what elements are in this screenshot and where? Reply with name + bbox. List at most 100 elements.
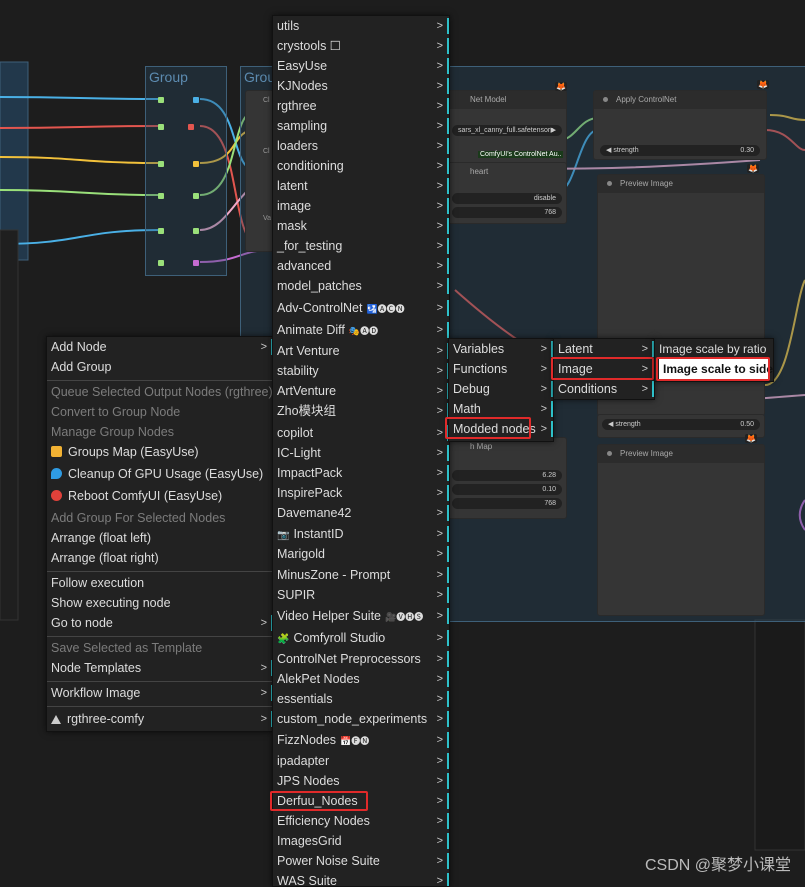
category-item[interactable]: model_patches > bbox=[273, 276, 449, 296]
category-item[interactable]: InspirePack > bbox=[273, 483, 449, 503]
menu-item-show-executing[interactable]: Show executing node bbox=[47, 593, 273, 613]
category-item[interactable]: Marigold > bbox=[273, 544, 449, 564]
depth-param-2[interactable]: 0.10 bbox=[452, 484, 562, 495]
menu-item-follow-execution[interactable]: Follow execution bbox=[47, 573, 273, 593]
menu-item-image-scale-by-ratio[interactable]: Image scale by ratio bbox=[655, 339, 773, 359]
category-item[interactable]: JPS Nodes > bbox=[273, 771, 449, 791]
node-pin[interactable] bbox=[158, 97, 164, 103]
preprocessor-combo-2[interactable]: 768 bbox=[452, 207, 562, 218]
node-header[interactable]: heart bbox=[448, 163, 566, 181]
category-item[interactable]: Davemane42 > bbox=[273, 503, 449, 523]
menu-item-add-group[interactable]: Add Group bbox=[47, 357, 273, 377]
category-item[interactable]: ArtVenture > bbox=[273, 381, 449, 401]
category-item[interactable]: sampling > bbox=[273, 116, 449, 136]
preprocessor-combo-1[interactable]: disable bbox=[452, 193, 562, 204]
category-item[interactable]: advanced > bbox=[273, 256, 449, 276]
category-item[interactable]: Animate Diff 🎭🅐🅓 > bbox=[273, 320, 449, 340]
menu-item-rgthree[interactable]: rgthree-comfy > bbox=[47, 709, 273, 729]
depth-param-3[interactable]: 768 bbox=[452, 498, 562, 509]
menu-label: Add Group For Selected Nodes bbox=[51, 511, 226, 525]
apply-controlnet-node-2[interactable]: ◀ strength 0.50 bbox=[597, 414, 765, 438]
menu-item-workflow-image[interactable]: Workflow Image > bbox=[47, 683, 273, 703]
node-pin[interactable] bbox=[158, 161, 164, 167]
menu-label: advanced bbox=[277, 259, 332, 273]
category-item[interactable]: AlekPet Nodes > bbox=[273, 669, 449, 689]
node-pin[interactable] bbox=[158, 193, 164, 199]
preprocessor-node[interactable]: heart disable 768 bbox=[447, 162, 567, 224]
node-pin[interactable] bbox=[193, 193, 199, 199]
node-pin[interactable] bbox=[158, 124, 164, 130]
group-title[interactable]: Group bbox=[149, 69, 188, 85]
category-item[interactable]: stability > bbox=[273, 361, 449, 381]
category-item[interactable]: Art Venture > bbox=[273, 341, 449, 361]
category-item[interactable]: utils > bbox=[273, 16, 449, 36]
depth-map-node[interactable]: h Map 6.28 0.10 768 bbox=[447, 437, 567, 519]
category-item[interactable]: conditioning > bbox=[273, 156, 449, 176]
node-pin[interactable] bbox=[158, 228, 164, 234]
category-item[interactable]: mask > bbox=[273, 216, 449, 236]
menu-item-arrange-left[interactable]: Arrange (float left) bbox=[47, 528, 273, 548]
menu-item-functions[interactable]: Functions > bbox=[449, 359, 553, 379]
menu-item-go-to-node[interactable]: Go to node > bbox=[47, 613, 273, 633]
menu-item-add-node[interactable]: Add Node > bbox=[47, 337, 273, 357]
menu-item-math[interactable]: Math > bbox=[449, 399, 553, 419]
node-pin[interactable] bbox=[193, 97, 199, 103]
category-item[interactable]: EasyUse > bbox=[273, 56, 449, 76]
category-item[interactable]: Adv-ControlNet 🛂🅐🅒🅝 > bbox=[273, 298, 449, 318]
menu-item-arrange-right[interactable]: Arrange (float right) bbox=[47, 548, 273, 568]
category-item[interactable]: essentials > bbox=[273, 689, 449, 709]
node-pin[interactable] bbox=[193, 228, 199, 234]
controlnet-loader-node[interactable]: Net Model sars_xl_canny_full.safetensors… bbox=[447, 90, 567, 168]
category-item[interactable]: image > bbox=[273, 196, 449, 216]
category-item[interactable]: FizzNodes 📅🅕🅝 > bbox=[273, 730, 449, 750]
menu-item-debug[interactable]: Debug > bbox=[449, 379, 553, 399]
node-pin[interactable] bbox=[188, 124, 194, 130]
node-pin[interactable] bbox=[193, 161, 199, 167]
model-combo[interactable]: sars_xl_canny_full.safetensors ▶ bbox=[452, 125, 562, 136]
category-item[interactable]: KJNodes > bbox=[273, 76, 449, 96]
preview-image-node-2[interactable]: Preview Image bbox=[597, 444, 765, 616]
node-header[interactable]: Preview Image bbox=[598, 175, 764, 193]
collapse-dot-icon[interactable] bbox=[607, 451, 612, 456]
category-item[interactable]: Power Noise Suite > bbox=[273, 851, 449, 871]
node-pin[interactable] bbox=[193, 260, 199, 266]
category-item[interactable]: custom_node_experiments > bbox=[273, 709, 449, 729]
menu-item-reboot[interactable]: Reboot ComfyUI (EasyUse) bbox=[47, 486, 273, 506]
category-item[interactable]: SUPIR > bbox=[273, 585, 449, 605]
node-header[interactable]: Apply ControlNet bbox=[594, 91, 766, 109]
group-title[interactable]: Grou bbox=[244, 69, 275, 85]
menu-item-latent[interactable]: Latent > bbox=[554, 339, 654, 359]
category-item[interactable]: Efficiency Nodes > bbox=[273, 811, 449, 831]
category-item[interactable]: rgthree > bbox=[273, 96, 449, 116]
category-item[interactable]: IC-Light > bbox=[273, 443, 449, 463]
menu-label: Marigold bbox=[277, 547, 325, 561]
category-item[interactable]: crystools ☐ > bbox=[273, 36, 449, 56]
menu-item-cleanup-gpu[interactable]: Cleanup Of GPU Usage (EasyUse) bbox=[47, 464, 273, 484]
category-item[interactable]: ipadapter > bbox=[273, 751, 449, 771]
menu-item-groups-map[interactable]: Groups Map (EasyUse) bbox=[47, 442, 273, 462]
depth-param-1[interactable]: 6.28 bbox=[452, 470, 562, 481]
category-item[interactable]: ImagesGrid > bbox=[273, 831, 449, 851]
category-item[interactable]: copilot > bbox=[273, 423, 449, 443]
menu-item-conditions[interactable]: Conditions > bbox=[554, 379, 654, 399]
collapse-dot-icon[interactable] bbox=[603, 97, 608, 102]
category-item[interactable]: 📷 InstantID > bbox=[273, 524, 449, 544]
category-item[interactable]: latent > bbox=[273, 176, 449, 196]
menu-item-variables[interactable]: Variables > bbox=[449, 339, 553, 359]
strength-slider[interactable]: ◀ strength 0.50 bbox=[602, 419, 760, 430]
node-header[interactable]: Preview Image bbox=[598, 445, 764, 463]
category-item[interactable]: ImpactPack > bbox=[273, 463, 449, 483]
collapse-dot-icon[interactable] bbox=[607, 181, 612, 186]
category-item[interactable]: 🧩 Comfyroll Studio > bbox=[273, 628, 449, 648]
node-pin[interactable] bbox=[158, 260, 164, 266]
category-item[interactable]: ControlNet Preprocessors > bbox=[273, 649, 449, 669]
strength-slider[interactable]: ◀ strength 0.30 bbox=[600, 145, 760, 156]
node-header[interactable]: Net Model bbox=[448, 91, 566, 109]
category-item[interactable]: MinusZone - Prompt > bbox=[273, 565, 449, 585]
category-item[interactable]: Video Helper Suite 🎥🅥🅗🅢 > bbox=[273, 606, 449, 626]
menu-item-node-templates[interactable]: Node Templates > bbox=[47, 658, 273, 678]
apply-controlnet-node[interactable]: Apply ControlNet ◀ strength 0.30 bbox=[593, 90, 767, 160]
category-item[interactable]: Zho模块组 > bbox=[273, 401, 449, 421]
category-item[interactable]: _for_testing > bbox=[273, 236, 449, 256]
category-item[interactable]: loaders > bbox=[273, 136, 449, 156]
